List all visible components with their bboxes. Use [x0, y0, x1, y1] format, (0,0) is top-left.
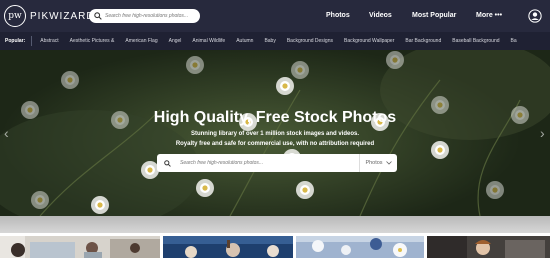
- nav-most-popular[interactable]: Most Popular: [412, 12, 456, 19]
- category-item[interactable]: Animal Wildlife: [192, 38, 225, 44]
- hero-banner: ‹ › High Quality, Free Stock Photos Stun…: [0, 50, 550, 216]
- header-search-input[interactable]: [105, 13, 197, 19]
- popular-categories-bar: Popular: Abstract Aesthetic Pictures & A…: [0, 32, 550, 50]
- photo-thumbnail[interactable]: [0, 236, 160, 258]
- search-icon: [164, 159, 171, 167]
- header-search-box[interactable]: [89, 9, 200, 23]
- category-item[interactable]: American Flag: [125, 38, 157, 44]
- photo-thumbnail[interactable]: [163, 236, 293, 258]
- nav-photos[interactable]: Photos: [326, 12, 350, 19]
- divider: [31, 36, 33, 46]
- search-icon: [94, 12, 102, 20]
- photo-thumbnail[interactable]: [427, 236, 550, 258]
- category-item[interactable]: Abstract: [40, 38, 58, 44]
- category-item[interactable]: Baseball Background: [452, 38, 499, 44]
- logo-text: PIKWIZARD: [30, 10, 95, 22]
- hero-title: High Quality, Free Stock Photos: [153, 109, 397, 126]
- pikwizard-logo[interactable]: pw PIKWIZARD: [4, 5, 95, 27]
- category-item[interactable]: Autumn: [236, 38, 253, 44]
- category-item[interactable]: Baby: [264, 38, 275, 44]
- gray-divider-strip: [0, 216, 550, 233]
- chevron-down-icon: [385, 161, 392, 165]
- category-item[interactable]: Aesthetic Pictures &: [70, 38, 115, 44]
- logo-mark: pw: [4, 5, 26, 27]
- category-item[interactable]: Ba: [511, 38, 517, 44]
- category-item[interactable]: Bar Background: [405, 38, 441, 44]
- media-type-dropdown[interactable]: Photos: [359, 154, 397, 172]
- category-item[interactable]: Background Wallpaper: [344, 38, 394, 44]
- hero-search-input[interactable]: [180, 160, 360, 166]
- top-navigation-bar: pw PIKWIZARD Photos Videos Most Popular …: [0, 0, 550, 32]
- nav-more[interactable]: More •••: [476, 12, 502, 19]
- hero-search-box[interactable]: Photos: [157, 154, 397, 172]
- account-icon[interactable]: [528, 9, 542, 23]
- hero-subtitle-line-2: Royalty free and safe for commercial use…: [175, 141, 375, 147]
- category-item[interactable]: Background Designs: [287, 38, 333, 44]
- popular-label: Popular:: [5, 38, 26, 44]
- photo-thumbnail-row: [0, 233, 550, 258]
- hero-subtitle-line-1: Stunning library of over 1 million stock…: [190, 131, 360, 137]
- category-item[interactable]: Angel: [169, 38, 182, 44]
- nav-videos[interactable]: Videos: [369, 12, 392, 19]
- media-type-label: Photos: [365, 160, 383, 166]
- photo-thumbnail[interactable]: [296, 236, 424, 258]
